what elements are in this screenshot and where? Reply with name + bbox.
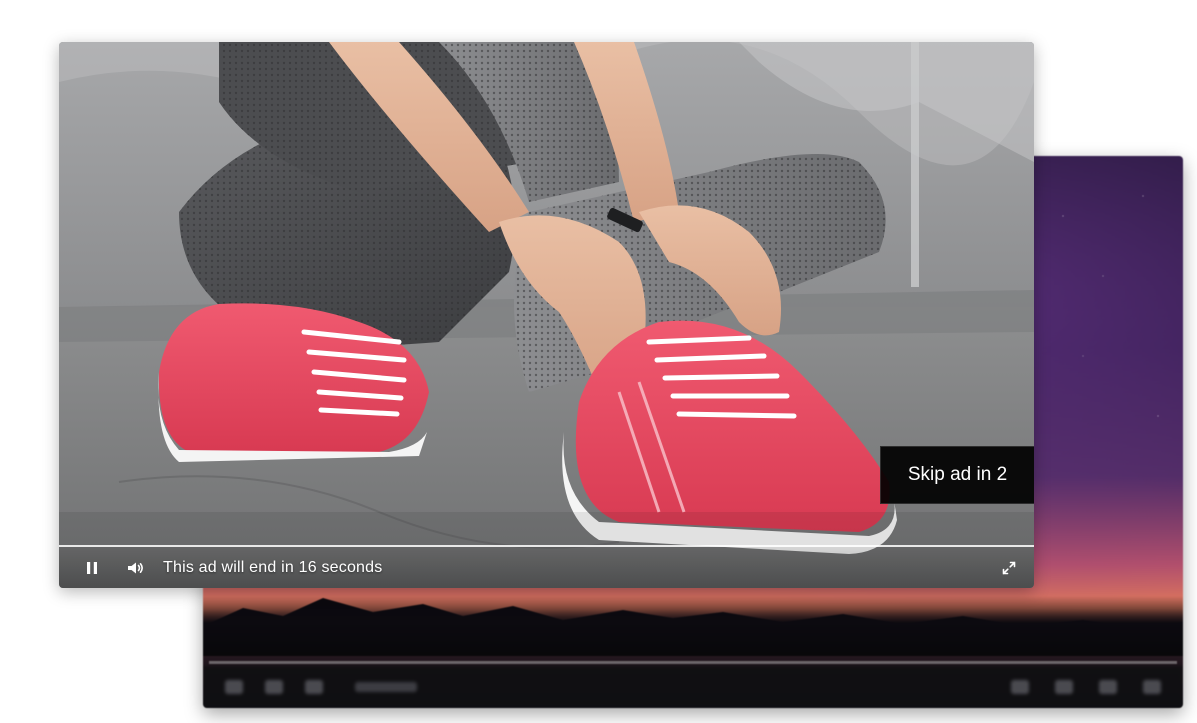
background-progress-bar: [209, 661, 1177, 664]
pause-icon: [87, 561, 97, 574]
settings-icon: [1011, 680, 1029, 694]
stage: Skip ad in 2 This ad will end in 16 seco…: [0, 0, 1197, 723]
fullscreen-icon: [1002, 561, 1016, 574]
horizon-shade: [203, 596, 1183, 656]
cast-icon: [1099, 680, 1117, 694]
volume-icon: [128, 562, 143, 573]
background-control-bar: [203, 666, 1183, 708]
volume-icon: [305, 680, 323, 694]
ad-video-player[interactable]: Skip ad in 2 This ad will end in 16 seco…: [59, 42, 1034, 588]
ad-control-bar: This ad will end in 16 seconds: [59, 547, 1034, 588]
fullscreen-icon: [1143, 680, 1161, 694]
pause-button[interactable]: [81, 557, 103, 579]
next-icon: [265, 680, 283, 694]
volume-button[interactable]: [125, 557, 147, 579]
ad-countdown-message: This ad will end in 16 seconds: [163, 558, 383, 576]
play-icon: [225, 680, 243, 694]
time-readout: [355, 682, 417, 692]
share-icon: [1055, 680, 1073, 694]
ad-video-frame: [59, 42, 1034, 588]
fullscreen-button[interactable]: [998, 557, 1020, 579]
skip-ad-label: Skip ad in 2: [907, 464, 1008, 485]
skip-ad-button[interactable]: Skip ad in 2: [880, 446, 1034, 504]
